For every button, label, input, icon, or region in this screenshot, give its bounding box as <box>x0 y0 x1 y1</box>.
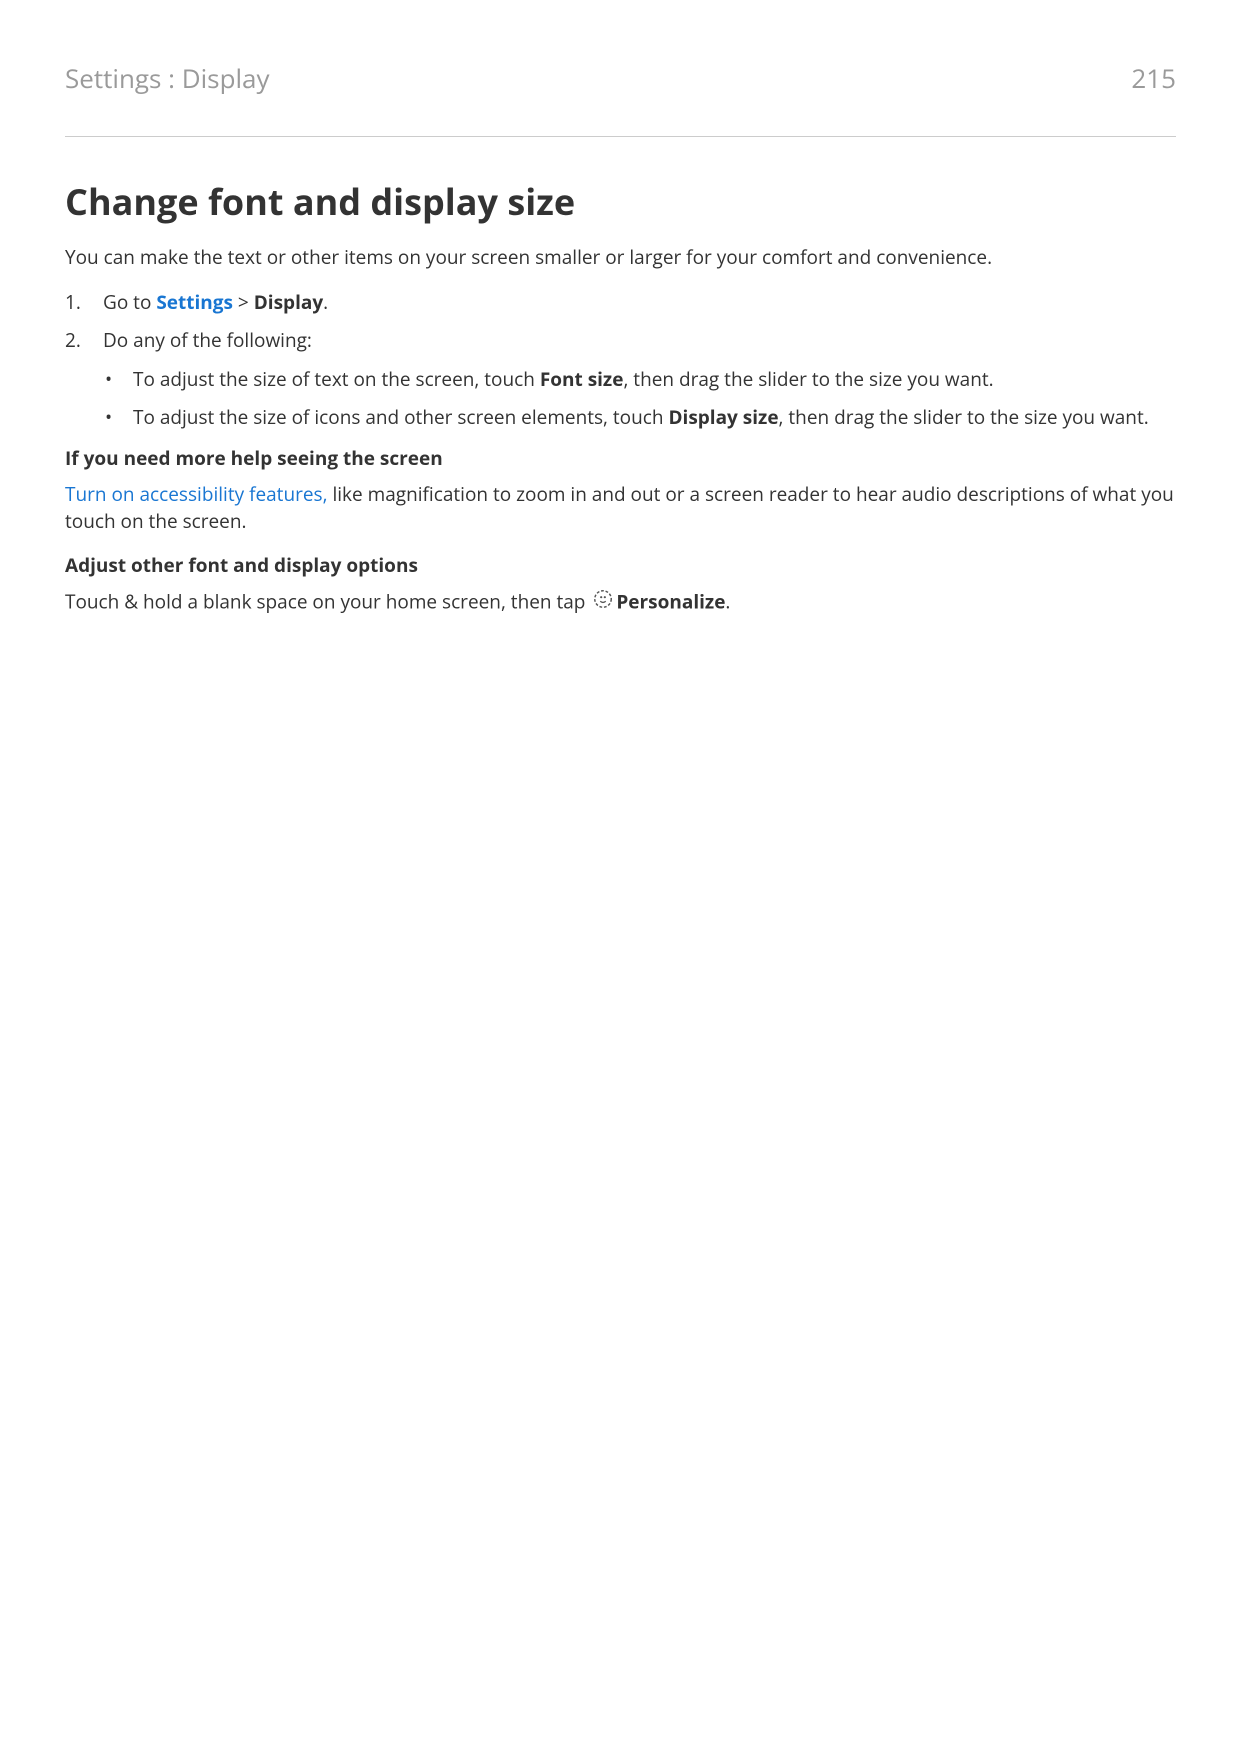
breadcrumb: Settings : Display <box>65 60 270 96</box>
page-header: Settings : Display 215 <box>65 60 1176 137</box>
step-2: Do any of the following: To adjust the s… <box>65 327 1176 431</box>
step-1: Go to Settings > Display. <box>65 289 1176 316</box>
step-2-text: Do any of the following: <box>103 327 312 353</box>
adjust-suffix: . <box>725 589 730 615</box>
page-title: Change font and display size <box>65 177 1176 226</box>
bullet-2-suffix: , then drag the slider to the size you w… <box>779 404 1149 430</box>
adjust-prefix: Touch & hold a blank space on your home … <box>65 589 590 615</box>
bullet-1-prefix: To adjust the size of text on the screen… <box>133 366 540 392</box>
settings-link[interactable]: Settings <box>156 289 233 315</box>
display-bold: Display <box>254 289 323 315</box>
step-1-prefix: Go to <box>103 289 156 315</box>
accessibility-link[interactable]: Turn on accessibility features, <box>65 481 328 507</box>
font-size-bold: Font size <box>540 366 624 392</box>
steps-list: Go to Settings > Display. Do any of the … <box>65 289 1176 431</box>
step-1-sep: > <box>233 289 254 315</box>
adjust-body: Touch & hold a blank space on your home … <box>65 588 1176 619</box>
help-body: Turn on accessibility features, like mag… <box>65 481 1176 534</box>
personalize-icon <box>592 588 614 617</box>
page-number: 215 <box>1131 60 1176 96</box>
bullet-list: To adjust the size of text on the screen… <box>103 366 1176 431</box>
help-heading: If you need more help seeing the screen <box>65 445 1176 471</box>
step-1-suffix: . <box>323 289 328 315</box>
intro-text: You can make the text or other items on … <box>65 244 1176 271</box>
display-size-bold: Display size <box>668 404 778 430</box>
bullet-2: To adjust the size of icons and other sc… <box>103 404 1176 431</box>
bullet-1-suffix: , then drag the slider to the size you w… <box>623 366 993 392</box>
bullet-1: To adjust the size of text on the screen… <box>103 366 1176 393</box>
adjust-heading: Adjust other font and display options <box>65 552 1176 578</box>
personalize-bold: Personalize <box>616 589 725 615</box>
bullet-2-prefix: To adjust the size of icons and other sc… <box>133 404 668 430</box>
